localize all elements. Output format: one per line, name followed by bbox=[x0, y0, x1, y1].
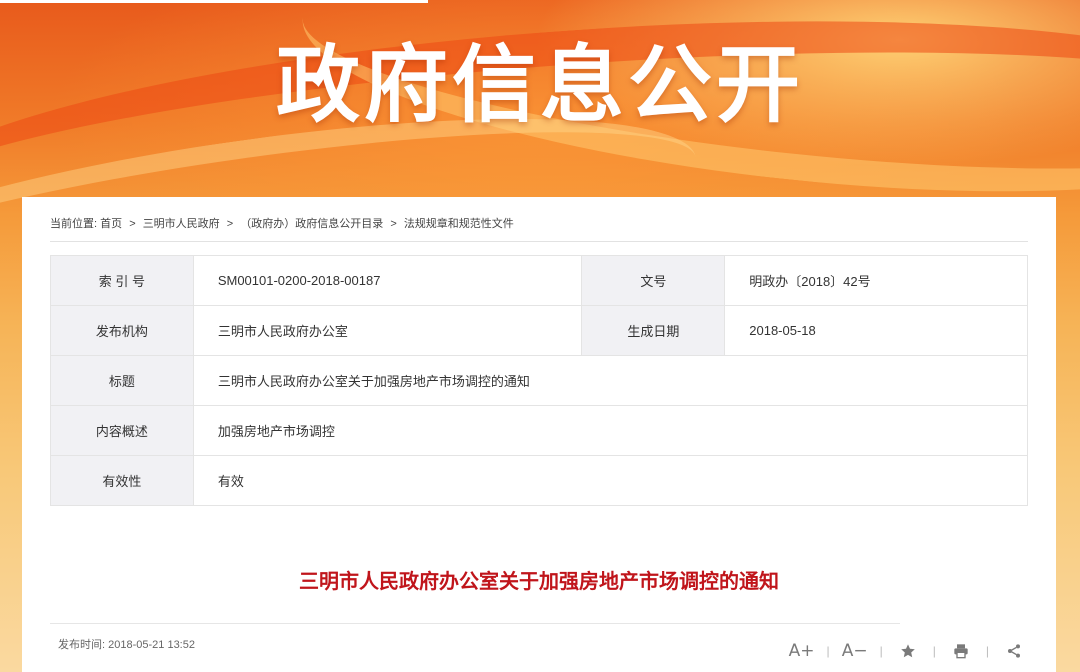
index-value: SM00101-0200-2018-00187 bbox=[192, 255, 583, 306]
summary-value: 加强房地产市场调控 bbox=[192, 405, 1029, 456]
toolbar-separator: | bbox=[932, 644, 936, 658]
breadcrumb-separator: > bbox=[226, 218, 234, 230]
document-title: 三明市人民政府办公室关于加强房地产市场调控的通知 bbox=[299, 569, 779, 593]
docno-label: 文号 bbox=[581, 255, 726, 306]
validity-label: 有效性 bbox=[50, 455, 194, 506]
breadcrumb-city-gov-link[interactable]: 三明市人民政府 bbox=[143, 218, 220, 230]
table-row: 有效性 有效 bbox=[50, 455, 1029, 506]
table-row: 索 引 号 SM00101-0200-2018-00187 文号 明政办〔201… bbox=[50, 255, 1028, 306]
top-accent-line bbox=[0, 0, 428, 3]
title-value: 三明市人民政府办公室关于加强房地产市场调控的通知 bbox=[192, 355, 1029, 406]
breadcrumb-regulations-link[interactable]: 法规规章和规范性文件 bbox=[404, 218, 514, 230]
table-row: 内容概述 加强房地产市场调控 bbox=[50, 405, 1029, 456]
date-label: 生成日期 bbox=[581, 305, 726, 356]
summary-label: 内容概述 bbox=[50, 405, 194, 456]
share-icon[interactable] bbox=[1000, 643, 1028, 659]
validity-value: 有效 bbox=[192, 455, 1029, 506]
title-label: 标题 bbox=[50, 355, 194, 406]
publisher-value: 三明市人民政府办公室 bbox=[192, 305, 583, 356]
breadcrumb-catalog-link[interactable]: （政府办）政府信息公开目录 bbox=[240, 218, 383, 230]
print-icon[interactable] bbox=[947, 643, 975, 659]
breadcrumb-home-link[interactable]: 首页 bbox=[100, 218, 122, 230]
font-increase-button[interactable]: A+ bbox=[788, 641, 816, 661]
publisher-label: 发布机构 bbox=[50, 305, 194, 356]
breadcrumb-separator: > bbox=[390, 218, 397, 230]
toolbar-separator: | bbox=[826, 644, 830, 658]
breadcrumb: 当前位置: 首页 > 三明市人民政府 > （政府办）政府信息公开目录 > 法规规… bbox=[50, 215, 1028, 242]
star-icon[interactable] bbox=[894, 643, 922, 659]
font-decrease-button[interactable]: A− bbox=[841, 641, 869, 661]
date-value: 2018-05-18 bbox=[724, 305, 1028, 356]
toolbar-separator: | bbox=[879, 644, 883, 658]
article-toolbar: A+ | A− | | | bbox=[788, 641, 1029, 661]
publish-time-label: 发布时间: bbox=[58, 639, 106, 651]
docno-value: 明政办〔2018〕42号 bbox=[724, 255, 1028, 306]
breadcrumb-separator: > bbox=[129, 218, 136, 230]
toolbar-separator: | bbox=[985, 644, 989, 658]
content-card: 当前位置: 首页 > 三明市人民政府 > （政府办）政府信息公开目录 > 法规规… bbox=[22, 197, 1056, 672]
breadcrumb-prefix: 当前位置: bbox=[50, 218, 98, 230]
document-metadata-table: 索 引 号 SM00101-0200-2018-00187 文号 明政办〔201… bbox=[50, 255, 1029, 506]
publish-info: 发布时间: 2018-05-21 13:52 bbox=[50, 623, 900, 652]
table-row: 标题 三明市人民政府办公室关于加强房地产市场调控的通知 bbox=[50, 355, 1029, 406]
banner-title: 政府信息公开 bbox=[275, 36, 804, 134]
table-row: 发布机构 三明市人民政府办公室 生成日期 2018-05-18 bbox=[50, 305, 1028, 356]
index-label: 索 引 号 bbox=[50, 255, 194, 306]
publish-time-value: 2018-05-21 13:52 bbox=[108, 639, 195, 651]
